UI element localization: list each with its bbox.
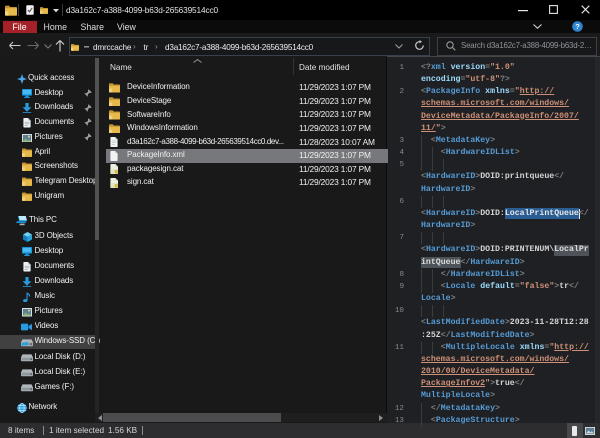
- svg-text:?: ?: [575, 22, 580, 31]
